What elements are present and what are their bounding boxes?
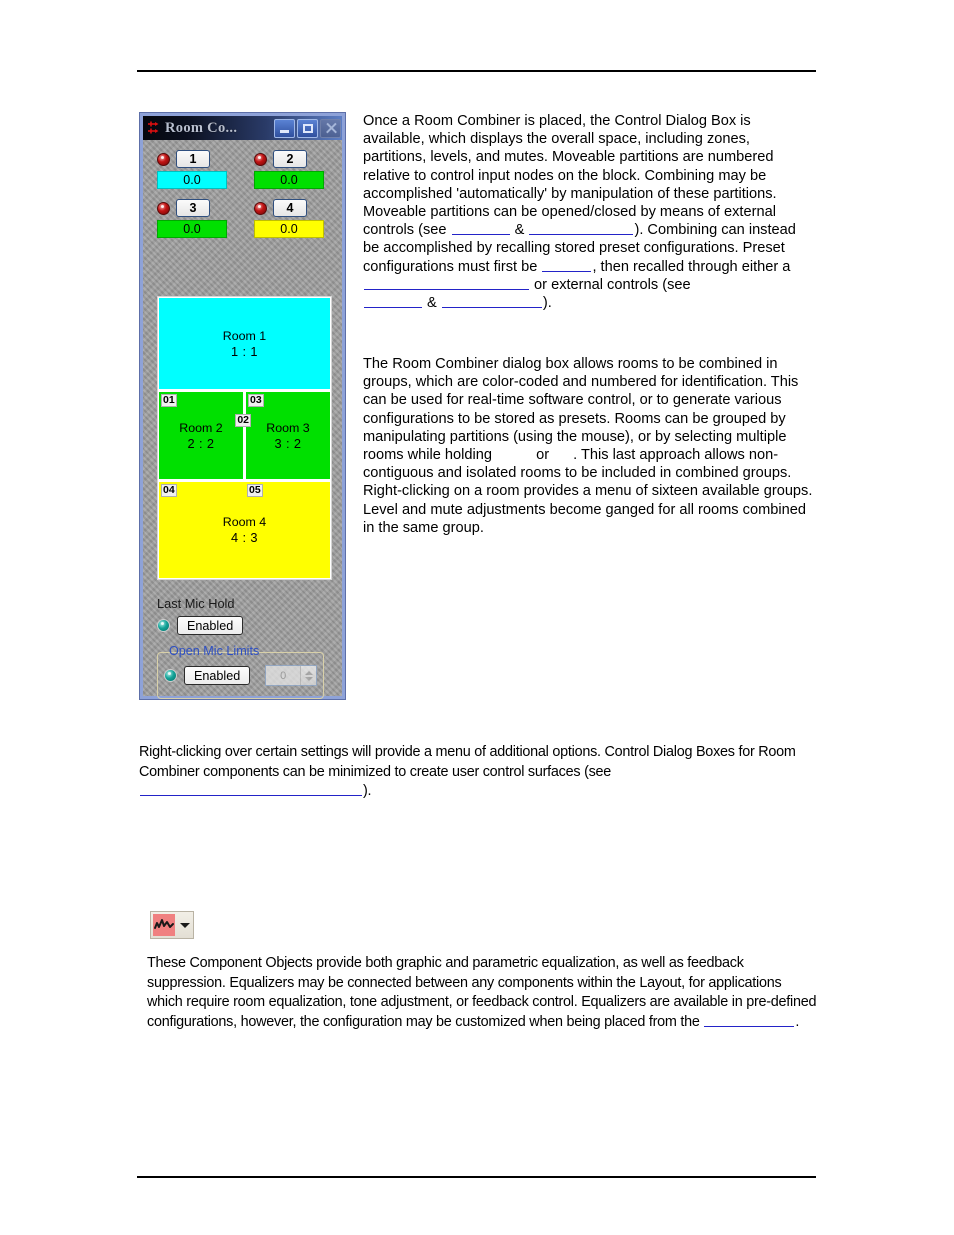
partition-tag-03[interactable]: 03 [248, 394, 264, 407]
mute-led-icon[interactable] [254, 152, 267, 166]
text-run: . [795, 1013, 800, 1030]
text-run: , then recalled through either a [592, 258, 791, 275]
open-mic-limits-group: Open Mic Limits Enabled 0 [157, 644, 324, 699]
text-run: ). [363, 783, 372, 800]
text-run: ). [542, 295, 552, 312]
paragraph-room-grouping: The Room Combiner dialog box allows room… [363, 355, 813, 537]
modifier-key-placeholder-ctrl [496, 446, 532, 464]
last-mic-hold-enabled-button[interactable]: Enabled [177, 616, 244, 635]
mute-led-icon[interactable] [157, 201, 170, 215]
zone-button-4[interactable]: 4 [273, 199, 307, 217]
room-combiner-icon [146, 120, 162, 136]
paragraph-equalizers-description: These Component Objects provide both gra… [147, 954, 819, 1032]
maximize-icon [302, 123, 313, 133]
mute-led-icon[interactable] [254, 201, 267, 215]
text-run: or external controls (see [530, 276, 691, 293]
room-block-2[interactable]: 01 02 Room 2 2 : 2 [159, 392, 251, 479]
partition-tag-04[interactable]: 04 [161, 484, 177, 497]
zone-level-2[interactable]: 0.0 [254, 171, 324, 189]
zone-head: 4 [254, 199, 333, 217]
close-button[interactable] [320, 118, 341, 138]
last-mic-hold-group: Last Mic Hold Enabled [157, 596, 337, 635]
close-icon [325, 123, 336, 134]
open-mic-limits-legend: Open Mic Limits [169, 644, 260, 658]
spinner-arrows[interactable] [300, 666, 317, 685]
room-ratio: 2 : 2 [187, 435, 215, 451]
zone-controls: 1 0.0 2 0.0 3 0.0 4 0.0 [157, 150, 333, 242]
text-run: Right-clicking over certain settings wil… [139, 744, 796, 780]
room-block-3[interactable]: 03 Room 3 3 : 2 [246, 392, 330, 479]
cross-reference-link[interactable] [542, 258, 592, 272]
equalizer-dropdown-button[interactable] [150, 911, 194, 939]
room-label: Room 1 [222, 328, 267, 343]
open-mic-limits-spinner[interactable]: 0 [265, 665, 318, 686]
room-block-1[interactable]: Room 1 1 : 1 [159, 298, 330, 389]
chevron-down-icon[interactable] [180, 922, 190, 928]
dialog-titlebar[interactable]: Room Co... [143, 116, 342, 140]
text-run: or [532, 447, 554, 464]
paragraph-right-click-options: Right-clicking over certain settings wil… [139, 743, 819, 802]
zone-cell-2: 2 0.0 [254, 150, 333, 189]
status-led-icon[interactable] [164, 669, 177, 682]
mute-led-icon[interactable] [157, 152, 170, 166]
zone-row: 1 0.0 2 0.0 [157, 150, 333, 189]
room-block-4[interactable]: 04 05 Room 4 4 : 3 [159, 482, 330, 578]
spinner-up-icon[interactable] [304, 670, 313, 675]
dialog-body: 1 0.0 2 0.0 3 0.0 4 0.0 Room 1 1: 1 01 … [143, 140, 342, 699]
room-row-middle: 01 02 Room 2 2 : 2 03 Room 3 3 : 2 [159, 392, 330, 479]
partition-tag-02[interactable]: 02 [235, 414, 251, 427]
zone-row: 3 0.0 4 0.0 [157, 199, 333, 238]
room-combiner-dialog[interactable]: Room Co... 1 0.0 2 0.0 3 0.0 4 0.0 Room … [140, 113, 345, 699]
minimize-button[interactable] [274, 118, 295, 138]
last-mic-hold-label: Last Mic Hold [157, 596, 235, 611]
text-run: & [510, 222, 529, 239]
text-run: Once a Room Combiner is placed, the Cont… [363, 113, 777, 239]
paragraph-room-combiner-overview: Once a Room Combiner is placed, the Cont… [363, 112, 815, 312]
room-label: Room 4 [222, 515, 267, 529]
zone-level-4[interactable]: 0.0 [254, 220, 324, 238]
equalizer-icon [153, 914, 175, 936]
cross-reference-link[interactable] [529, 221, 634, 236]
room-ratio: 1 : 1 [231, 343, 258, 359]
cross-reference-link[interactable] [140, 782, 362, 797]
open-mic-limits-enabled-button[interactable]: Enabled [184, 666, 251, 685]
zone-cell-1: 1 0.0 [157, 150, 236, 189]
header-rule [137, 70, 816, 72]
room-row-bottom: 04 05 Room 4 4 : 3 [159, 482, 330, 578]
cross-reference-link[interactable] [451, 221, 510, 236]
cross-reference-link[interactable] [364, 276, 529, 290]
zone-head: 2 [254, 150, 333, 168]
room-ratio: 3 : 2 [274, 435, 302, 451]
zone-head: 1 [157, 150, 236, 168]
zone-button-3[interactable]: 3 [176, 199, 210, 217]
open-mic-limits-spinner-value[interactable]: 0 [266, 666, 300, 685]
cross-reference-link[interactable] [441, 294, 542, 309]
zone-cell-4: 4 0.0 [254, 199, 333, 238]
spinner-down-icon[interactable] [304, 676, 313, 681]
minimize-icon [280, 129, 289, 133]
open-mic-limits-row: Enabled 0 [164, 665, 318, 686]
room-label: Room 3 [266, 420, 310, 435]
zone-button-2[interactable]: 2 [273, 150, 307, 168]
cross-reference-link[interactable] [364, 294, 422, 309]
room-label: Room 2 [179, 420, 223, 435]
zone-cell-3: 3 0.0 [157, 199, 236, 238]
room-ratio: 4 : 3 [231, 530, 258, 545]
room-row-top: Room 1 1 : 1 [159, 298, 330, 389]
room-map[interactable]: Room 1 1 : 1 01 02 Room 2 2 : 2 03 Room … [157, 296, 332, 580]
zone-level-1[interactable]: 0.0 [157, 171, 227, 189]
zone-button-1[interactable]: 1 [176, 150, 210, 168]
maximize-button[interactable] [297, 118, 318, 138]
zone-head: 3 [157, 199, 236, 217]
text-run: & [423, 295, 441, 312]
status-led-icon[interactable] [157, 619, 170, 632]
modifier-key-placeholder-shift [553, 446, 573, 464]
footer-rule [137, 1176, 816, 1178]
zone-level-3[interactable]: 0.0 [157, 220, 227, 238]
partition-tag-01[interactable]: 01 [161, 394, 177, 407]
partition-tag-05[interactable]: 05 [247, 484, 263, 497]
cross-reference-link[interactable] [704, 1013, 795, 1027]
dialog-title: Room Co... [165, 119, 238, 136]
last-mic-hold-row: Enabled [157, 616, 337, 635]
